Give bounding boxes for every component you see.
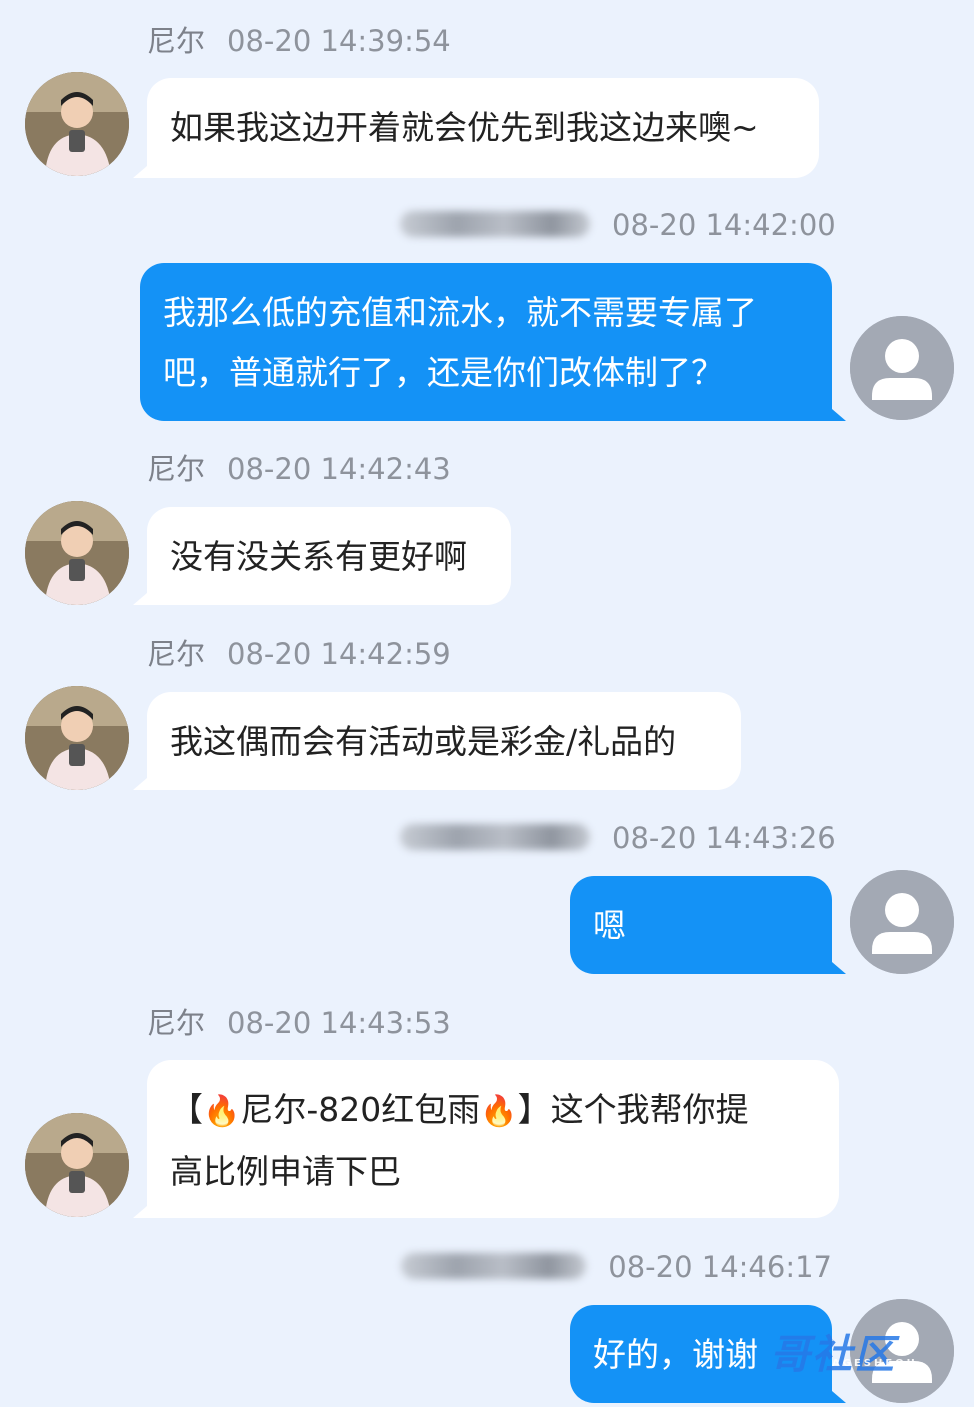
agent-avatar[interactable] — [25, 501, 129, 605]
message-bubble-incoming[interactable]: 【🔥尼尔-820红包雨🔥】这个我帮你提 高比例申请下巴 — [147, 1060, 839, 1218]
sender-name: 尼尔 — [147, 452, 206, 486]
user-avatar[interactable] — [850, 316, 954, 420]
agent-avatar[interactable] — [25, 72, 129, 176]
timestamp: 08-20 14:43:26 — [612, 821, 836, 855]
message-bubble-incoming[interactable]: 我这偶而会有活动或是彩金/礼品的 — [147, 692, 741, 790]
message-meta: 08-20 14:42:00 — [400, 205, 836, 245]
timestamp: 08-20 14:42:00 — [612, 208, 836, 242]
agent-avatar[interactable] — [25, 686, 129, 790]
message-meta: 08-20 14:46:17 — [400, 1247, 832, 1287]
message-bubble-incoming[interactable]: 如果我这边开着就会优先到我这边来噢~ — [147, 78, 819, 178]
timestamp: 08-20 14:43:53 — [227, 1006, 451, 1040]
fire-icon: 🔥 — [203, 1094, 241, 1129]
agent-photo-icon — [25, 1113, 129, 1217]
timestamp: 08-20 14:42:43 — [227, 452, 451, 486]
message-bubble-outgoing[interactable]: 我那么低的充值和流水，就不需要专属了 吧，普通就行了，还是你们改体制了？ — [140, 263, 832, 421]
timestamp: 08-20 14:46:17 — [608, 1250, 832, 1284]
bubble-tail — [832, 409, 846, 421]
bracket-open: 【 — [170, 1090, 203, 1129]
watermark-subtext: AGESHEQU — [832, 1358, 918, 1369]
watermark-logo: 哥社区 AGESHEQU — [770, 1322, 965, 1382]
bubble-tail — [133, 593, 147, 605]
sender-name: 尼尔 — [147, 24, 206, 58]
timestamp: 08-20 14:39:54 — [227, 24, 451, 58]
message-bubble-incoming[interactable]: 没有没关系有更好啊 — [147, 507, 511, 605]
agent-photo-icon — [25, 72, 129, 176]
watermark-text: 哥社区 — [770, 1332, 896, 1378]
blurred-username — [401, 1253, 587, 1279]
bubble-tail — [133, 166, 147, 178]
event-name: 尼尔-820红包雨 — [240, 1090, 481, 1129]
message-meta: 尼尔 08-20 14:39:54 — [147, 21, 451, 61]
agent-avatar[interactable] — [25, 1113, 129, 1217]
timestamp: 08-20 14:42:59 — [227, 637, 451, 671]
message-meta: 尼尔 08-20 14:42:59 — [147, 634, 451, 674]
message-bubble-outgoing[interactable]: 嗯 — [570, 876, 832, 974]
blurred-username — [400, 211, 590, 237]
sender-name: 尼尔 — [147, 1006, 206, 1040]
message-meta: 尼尔 08-20 14:43:53 — [147, 1003, 451, 1043]
bubble-tail — [832, 962, 846, 974]
sender-name: 尼尔 — [147, 637, 206, 671]
agent-photo-icon — [25, 686, 129, 790]
bubble-tail — [832, 1391, 846, 1403]
message-meta: 尼尔 08-20 14:42:43 — [147, 449, 451, 489]
agent-photo-icon — [25, 501, 129, 605]
user-default-icon — [850, 870, 954, 974]
user-avatar[interactable] — [850, 870, 954, 974]
blurred-username — [400, 824, 590, 850]
bubble-tail — [133, 1206, 147, 1218]
message-meta: 08-20 14:43:26 — [400, 818, 836, 858]
bubble-tail — [133, 778, 147, 790]
user-default-icon — [850, 316, 954, 420]
fire-icon: 🔥 — [480, 1094, 518, 1129]
